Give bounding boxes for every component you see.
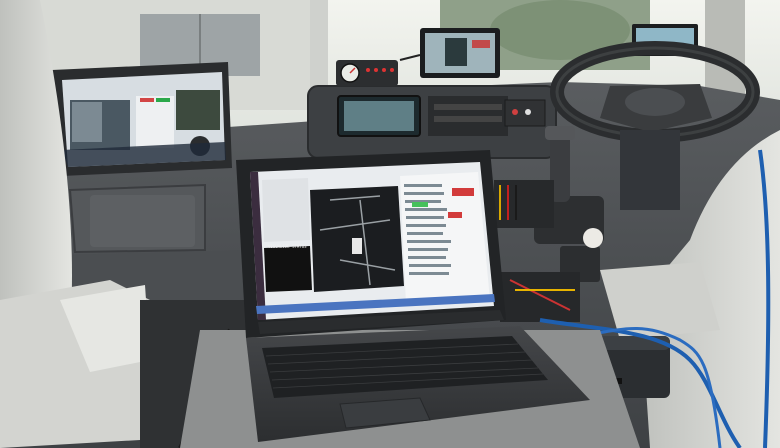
electronics-box <box>500 272 580 322</box>
screen-status-panel <box>400 172 490 304</box>
steering-column <box>620 130 680 210</box>
tablet-camera-view-2 <box>176 90 220 130</box>
visualize-status-caption: VISUALIZE STATUS <box>268 244 307 249</box>
a-pillar-left <box>310 0 328 90</box>
status-alert-red <box>452 188 474 196</box>
emergency-button <box>583 228 603 248</box>
control-box <box>504 99 546 127</box>
control-module <box>494 180 554 228</box>
cabin-scene <box>0 0 780 448</box>
screen-camera-view-top <box>262 178 310 242</box>
status-ok-green <box>412 202 428 207</box>
screen-camera-view-bottom <box>264 246 312 292</box>
vehicle-cabin-photo: VISUALIZE STATUS <box>0 0 780 448</box>
